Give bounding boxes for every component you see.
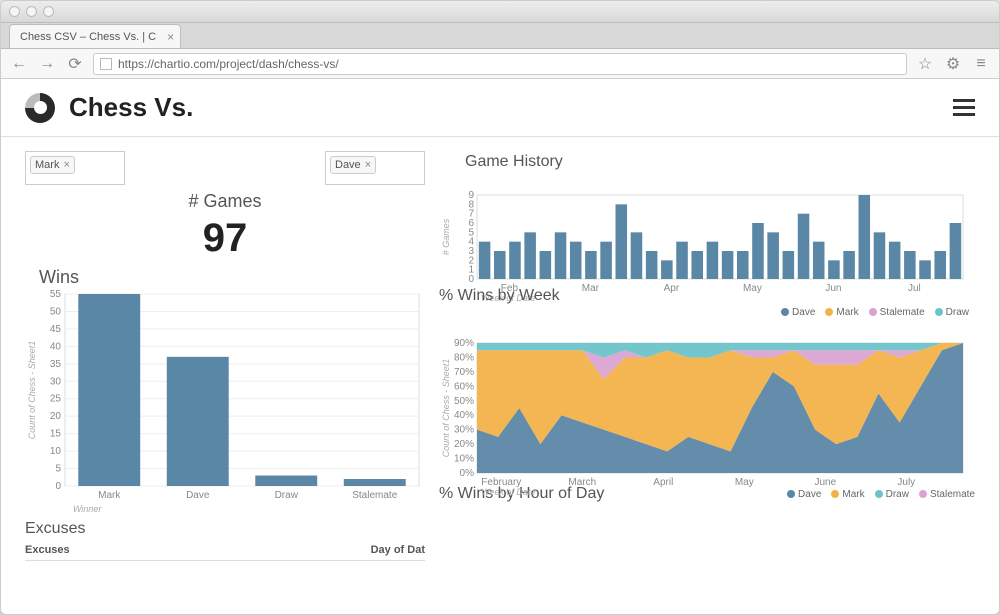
svg-text:55: 55	[50, 289, 62, 300]
wins-chart: 0 5 10 15 20 25 30 35 40 45 50 55 Mark Dave Draw Stalem…	[25, 284, 425, 514]
back-button[interactable]: ←	[9, 54, 29, 74]
svg-text:5: 5	[55, 464, 61, 475]
svg-text:Week of Date: Week of Date	[481, 487, 535, 497]
svg-text:March: March	[568, 477, 596, 488]
svg-text:50%: 50%	[454, 396, 474, 407]
chartio-logo-icon	[25, 93, 55, 123]
legend-draw: Draw	[946, 307, 969, 318]
svg-text:April: April	[653, 477, 673, 488]
svg-text:# Games: # Games	[441, 218, 451, 255]
filter-chip-mark[interactable]: Mark ×	[30, 156, 75, 174]
svg-text:0: 0	[55, 481, 61, 492]
page-title: Chess Vs.	[69, 92, 193, 123]
svg-text:30: 30	[50, 376, 62, 387]
wins-by-week-title: % Wins by Week	[439, 287, 975, 305]
svg-text:Winner: Winner	[73, 504, 102, 514]
wins-by-week-chart: % Wins by Week Dave Mark Stalemate Draw …	[439, 287, 975, 477]
bookmark-icon[interactable]: ☆	[915, 54, 935, 74]
url-text: https://chartio.com/project/dash/chess-v…	[118, 57, 339, 71]
page-body: Chess Vs. Mark × Dave ×	[1, 79, 999, 615]
minimize-window-button[interactable]	[26, 6, 37, 17]
page-header: Chess Vs.	[1, 79, 999, 137]
svg-text:June: June	[814, 477, 836, 488]
browser-toolbar: ← → ⟳ https://chartio.com/project/dash/c…	[1, 49, 999, 79]
settings-gear-icon[interactable]: ⚙	[943, 54, 963, 74]
svg-text:10: 10	[50, 446, 62, 457]
filter-chip-dave[interactable]: Dave ×	[330, 156, 376, 174]
tab-strip: Chess CSV – Chess Vs. | C ×	[1, 23, 999, 49]
excuses-title: Excuses	[25, 520, 425, 538]
kpi-games: # Games 97	[25, 191, 425, 261]
kpi-value: 97	[25, 216, 425, 261]
browser-window: Chess CSV – Chess Vs. | C × ← → ⟳ https:…	[0, 0, 1000, 615]
svg-text:Dave: Dave	[186, 490, 210, 501]
remove-chip-icon[interactable]: ×	[63, 159, 69, 171]
kpi-label: # Games	[25, 191, 425, 212]
url-bar[interactable]: https://chartio.com/project/dash/chess-v…	[93, 53, 907, 75]
svg-text:60%: 60%	[454, 381, 474, 392]
filter-player2[interactable]: Dave ×	[325, 151, 425, 185]
svg-text:May: May	[735, 477, 754, 488]
close-window-button[interactable]	[9, 6, 20, 17]
forward-button[interactable]: →	[37, 54, 57, 74]
svg-text:Count of Chess - Sheet1: Count of Chess - Sheet1	[441, 359, 451, 458]
svg-text:20%: 20%	[454, 439, 474, 450]
remove-chip-icon[interactable]: ×	[365, 159, 371, 171]
svg-text:Count of Chess - Sheet1: Count of Chess - Sheet1	[27, 341, 37, 440]
svg-text:40%: 40%	[454, 410, 474, 421]
close-tab-icon[interactable]: ×	[167, 30, 174, 44]
svg-text:Mark: Mark	[98, 490, 121, 501]
svg-text:40: 40	[50, 341, 62, 352]
svg-text:35: 35	[50, 359, 62, 370]
svg-text:25: 25	[50, 394, 62, 405]
reload-button[interactable]: ⟳	[65, 54, 85, 74]
svg-text:Stalemate: Stalemate	[352, 490, 397, 501]
hamburger-menu-icon[interactable]	[953, 99, 975, 116]
svg-text:90%: 90%	[454, 338, 474, 349]
svg-text:July: July	[897, 477, 915, 488]
game-history-title: Game History	[465, 153, 975, 171]
tab-title: Chess CSV – Chess Vs. | C	[20, 31, 156, 43]
svg-text:45: 45	[50, 324, 62, 335]
chip-label: Mark	[35, 159, 59, 171]
svg-text:0%: 0%	[460, 468, 475, 479]
legend-dave: Dave	[792, 307, 815, 318]
menu-icon[interactable]: ≡	[971, 54, 991, 74]
filter-player1[interactable]: Mark ×	[25, 151, 125, 185]
page-icon	[100, 58, 112, 70]
chip-label: Dave	[335, 159, 361, 171]
excuses-col1: Excuses	[25, 544, 70, 556]
svg-text:9: 9	[468, 190, 474, 201]
svg-text:Draw: Draw	[275, 490, 299, 501]
browser-tab[interactable]: Chess CSV – Chess Vs. | C ×	[9, 24, 181, 48]
svg-text:50: 50	[50, 306, 62, 317]
zoom-window-button[interactable]	[43, 6, 54, 17]
svg-text:15: 15	[50, 429, 62, 440]
brand: Chess Vs.	[25, 92, 193, 123]
excuses-table-header: Excuses Day of Dat	[25, 540, 425, 561]
svg-text:80%: 80%	[454, 352, 474, 363]
filter-row: Mark × Dave ×	[25, 151, 425, 185]
excuses-section: Excuses Excuses Day of Dat	[25, 520, 425, 561]
svg-text:30%: 30%	[454, 425, 474, 436]
game-history-chart: Game History 0123456789FebMarAprMayJunJu…	[439, 153, 975, 283]
svg-text:20: 20	[50, 411, 62, 422]
titlebar	[1, 1, 999, 23]
svg-text:10%: 10%	[454, 454, 474, 465]
legend-mark: Mark	[836, 307, 858, 318]
svg-text:70%: 70%	[454, 367, 474, 378]
excuses-col2: Day of Dat	[371, 544, 425, 556]
legend-stalemate: Stalemate	[880, 307, 925, 318]
wins-by-week-legend: Dave Mark Stalemate Draw	[781, 307, 969, 318]
traffic-lights	[9, 6, 54, 17]
